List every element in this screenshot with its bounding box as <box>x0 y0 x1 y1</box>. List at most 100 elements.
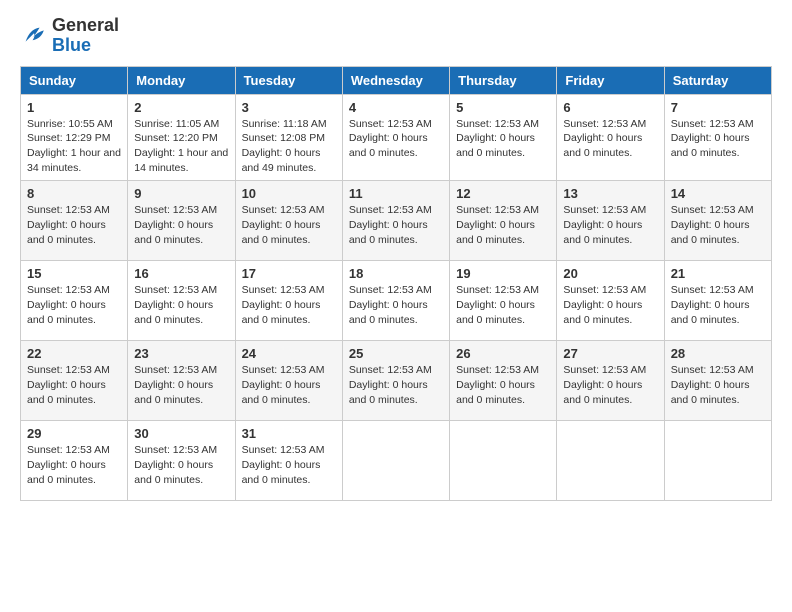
day-info: Sunset: 12:53 AMDaylight: 0 hours and 0 … <box>27 363 121 407</box>
day-number: 13 <box>563 186 657 201</box>
day-number: 1 <box>27 100 121 115</box>
day-info: Sunrise: 10:55 AMSunset: 12:29 PMDayligh… <box>27 117 121 176</box>
calendar-cell: 9 Sunset: 12:53 AMDaylight: 0 hours and 0… <box>128 181 235 261</box>
day-info: Sunset: 12:53 AMDaylight: 0 hours and 0 … <box>671 363 765 407</box>
calendar-cell: 14 Sunset: 12:53 AMDaylight: 0 hours and … <box>664 181 771 261</box>
calendar-cell: 18 Sunset: 12:53 AMDaylight: 0 hours and … <box>342 261 449 341</box>
calendar-cell: 27 Sunset: 12:53 AMDaylight: 0 hours and … <box>557 341 664 421</box>
day-info: Sunset: 12:53 AMDaylight: 0 hours and 0 … <box>242 283 336 327</box>
day-info: Sunset: 12:53 AMDaylight: 0 hours and 0 … <box>563 117 657 161</box>
calendar-week-row: 8 Sunset: 12:53 AMDaylight: 0 hours and 0… <box>21 181 772 261</box>
calendar-table: SundayMondayTuesdayWednesdayThursdayFrid… <box>20 66 772 502</box>
calendar-cell: 15 Sunset: 12:53 AMDaylight: 0 hours and … <box>21 261 128 341</box>
day-info: Sunset: 12:53 AMDaylight: 0 hours and 0 … <box>671 283 765 327</box>
day-info: Sunset: 12:53 AMDaylight: 0 hours and 0 … <box>349 203 443 247</box>
day-number: 8 <box>27 186 121 201</box>
day-number: 11 <box>349 186 443 201</box>
day-number: 15 <box>27 266 121 281</box>
day-info: Sunset: 12:53 AMDaylight: 0 hours and 0 … <box>242 203 336 247</box>
day-info: Sunset: 12:53 AMDaylight: 0 hours and 0 … <box>27 443 121 487</box>
calendar-cell: 30Sunset: 12:53 AMDaylight: 0 hours and … <box>128 421 235 501</box>
day-number: 31 <box>242 426 336 441</box>
weekday-header-tuesday: Tuesday <box>235 66 342 94</box>
calendar-cell <box>342 421 449 501</box>
calendar-week-row: 1 Sunrise: 10:55 AMSunset: 12:29 PMDaylig… <box>21 94 772 181</box>
day-info: Sunset: 12:53 AMDaylight: 0 hours and 0 … <box>456 363 550 407</box>
calendar-cell: 8Sunset: 12:53 AMDaylight: 0 hours and 0… <box>21 181 128 261</box>
calendar-cell: 10 Sunset: 12:53 AMDaylight: 0 hours and … <box>235 181 342 261</box>
day-number: 20 <box>563 266 657 281</box>
day-info: Sunset: 12:53 AMDaylight: 0 hours and 0 … <box>242 443 336 487</box>
logo: General Blue <box>20 16 119 56</box>
calendar-cell: 23 Sunset: 12:53 AMDaylight: 0 hours and … <box>128 341 235 421</box>
calendar-week-row: 22 Sunset: 12:53 AMDaylight: 0 hours and … <box>21 341 772 421</box>
calendar-cell: 5 Sunset: 12:53 AMDaylight: 0 hours and 0… <box>450 94 557 181</box>
calendar-cell: 7 Sunset: 12:53 AMDaylight: 0 hours and 0… <box>664 94 771 181</box>
day-number: 9 <box>134 186 228 201</box>
calendar-cell: 31 Sunset: 12:53 AMDaylight: 0 hours and … <box>235 421 342 501</box>
day-number: 18 <box>349 266 443 281</box>
day-number: 25 <box>349 346 443 361</box>
logo-text: General Blue <box>52 16 119 56</box>
day-info: Sunset: 12:53 AMDaylight: 0 hours and 0 … <box>242 363 336 407</box>
weekday-header-friday: Friday <box>557 66 664 94</box>
calendar-cell: 17 Sunset: 12:53 AMDaylight: 0 hours and … <box>235 261 342 341</box>
day-number: 26 <box>456 346 550 361</box>
calendar-cell: 20 Sunset: 12:53 AMDaylight: 0 hours and … <box>557 261 664 341</box>
day-number: 3 <box>242 100 336 115</box>
calendar-cell: 21 Sunset: 12:53 AMDaylight: 0 hours and … <box>664 261 771 341</box>
calendar-cell: 26 Sunset: 12:53 AMDaylight: 0 hours and … <box>450 341 557 421</box>
day-info: Sunset: 12:53 AMDaylight: 0 hours and 0 … <box>134 203 228 247</box>
day-info: Sunset: 12:53 AMDaylight: 0 hours and 0 … <box>349 363 443 407</box>
day-number: 21 <box>671 266 765 281</box>
calendar-cell: 29Sunset: 12:53 AMDaylight: 0 hours and … <box>21 421 128 501</box>
calendar-week-row: 15 Sunset: 12:53 AMDaylight: 0 hours and … <box>21 261 772 341</box>
calendar-cell: 6 Sunset: 12:53 AMDaylight: 0 hours and 0… <box>557 94 664 181</box>
day-info: Sunset: 12:53 AMDaylight: 0 hours and 0 … <box>563 203 657 247</box>
calendar-week-row: 29Sunset: 12:53 AMDaylight: 0 hours and … <box>21 421 772 501</box>
day-info: Sunset: 12:53 AMDaylight: 0 hours and 0 … <box>563 363 657 407</box>
weekday-header-row: SundayMondayTuesdayWednesdayThursdayFrid… <box>21 66 772 94</box>
day-number: 14 <box>671 186 765 201</box>
weekday-header-saturday: Saturday <box>664 66 771 94</box>
page-header: General Blue <box>20 16 772 56</box>
calendar-cell: 1 Sunrise: 10:55 AMSunset: 12:29 PMDaylig… <box>21 94 128 181</box>
day-number: 7 <box>671 100 765 115</box>
day-info: Sunset: 12:53 AMDaylight: 0 hours and 0 … <box>456 203 550 247</box>
weekday-header-sunday: Sunday <box>21 66 128 94</box>
day-number: 6 <box>563 100 657 115</box>
day-info: Sunset: 12:53 AMDaylight: 0 hours and 0 … <box>349 117 443 161</box>
day-number: 22 <box>27 346 121 361</box>
day-number: 5 <box>456 100 550 115</box>
logo-icon <box>20 22 48 50</box>
calendar-cell <box>450 421 557 501</box>
day-info: Sunset: 12:53 AMDaylight: 0 hours and 0 … <box>349 283 443 327</box>
day-info: Sunset: 12:53 AMDaylight: 0 hours and 0 … <box>671 117 765 161</box>
calendar-cell: 25 Sunset: 12:53 AMDaylight: 0 hours and … <box>342 341 449 421</box>
calendar-cell: 19Sunset: 12:53 AMDaylight: 0 hours and … <box>450 261 557 341</box>
day-number: 17 <box>242 266 336 281</box>
calendar-cell: 4Sunset: 12:53 AMDaylight: 0 hours and 0… <box>342 94 449 181</box>
day-number: 10 <box>242 186 336 201</box>
day-info: Sunset: 12:53 AMDaylight: 0 hours and 0 … <box>456 283 550 327</box>
calendar-cell: 24Sunset: 12:53 AMDaylight: 0 hours and … <box>235 341 342 421</box>
weekday-header-thursday: Thursday <box>450 66 557 94</box>
day-number: 28 <box>671 346 765 361</box>
day-info: Sunset: 12:53 AMDaylight: 0 hours and 0 … <box>563 283 657 327</box>
day-info: Sunset: 12:53 AMDaylight: 0 hours and 0 … <box>671 203 765 247</box>
calendar-cell: 11 Sunset: 12:53 AMDaylight: 0 hours and … <box>342 181 449 261</box>
calendar-cell: 2Sunrise: 11:05 AMSunset: 12:20 PMDaylig… <box>128 94 235 181</box>
calendar-cell: 12Sunset: 12:53 AMDaylight: 0 hours and … <box>450 181 557 261</box>
day-info: Sunset: 12:53 AMDaylight: 0 hours and 0 … <box>27 283 121 327</box>
day-info: Sunset: 12:53 AMDaylight: 0 hours and 0 … <box>134 363 228 407</box>
day-info: Sunset: 12:53 AMDaylight: 0 hours and 0 … <box>456 117 550 161</box>
calendar-cell: 3Sunrise: 11:18 AMSunset: 12:08 PMDaylig… <box>235 94 342 181</box>
day-number: 27 <box>563 346 657 361</box>
day-info: Sunset: 12:53 AMDaylight: 0 hours and 0 … <box>134 443 228 487</box>
calendar-cell: 28 Sunset: 12:53 AMDaylight: 0 hours and … <box>664 341 771 421</box>
day-info: Sunrise: 11:05 AMSunset: 12:20 PMDayligh… <box>134 117 228 176</box>
weekday-header-wednesday: Wednesday <box>342 66 449 94</box>
weekday-header-monday: Monday <box>128 66 235 94</box>
day-number: 23 <box>134 346 228 361</box>
calendar-cell <box>557 421 664 501</box>
